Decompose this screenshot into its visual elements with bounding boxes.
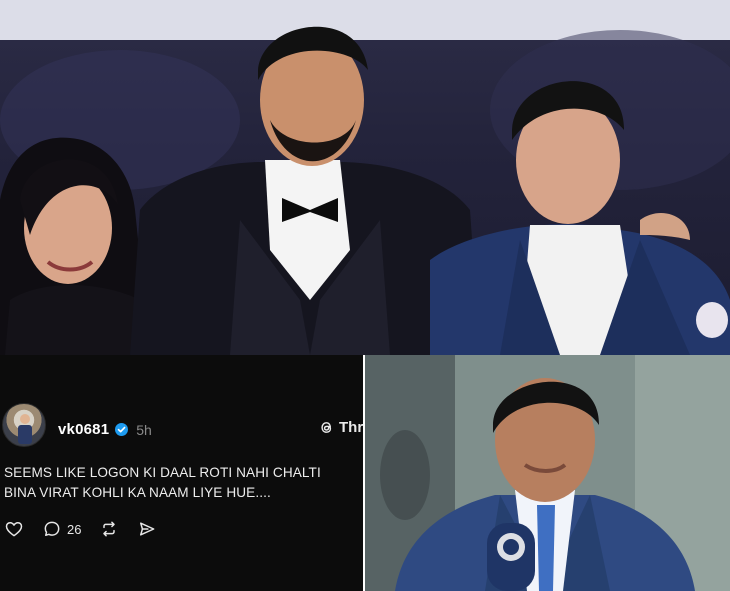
verified-badge-icon [115,423,129,436]
comment-icon [44,521,60,536]
avatar-figure [18,414,32,444]
like-button[interactable] [4,519,24,539]
share-button[interactable] [137,519,157,539]
group-photo [0,0,730,355]
send-icon [140,522,155,536]
commentator-photo-illustration [365,355,730,591]
post-text: SEEMS LIKE LOGON KI DAAL ROTI NAHI CHALT… [4,463,365,503]
post-timestamp: 5h [136,421,152,438]
post-text-line-2: BINA VIRAT KOHLI KA NAAM LIYE HUE.... [4,485,271,500]
threads-post-card: vk0681 5h Thr SEEMS LIKE LOGON KI DAAL R… [0,355,365,591]
post-actions: 26 [4,519,157,539]
repost-icon [103,521,116,537]
post-header: vk0681 5h [58,421,152,438]
group-photo-illustration [0,0,730,355]
commentator-photo [365,355,730,591]
threads-logo-icon [321,422,332,433]
threads-brand: Thr [318,419,363,436]
heart-icon [5,522,23,537]
reply-button[interactable]: 26 [42,519,81,539]
reply-count: 26 [67,521,82,537]
avatar[interactable] [2,403,46,447]
username[interactable]: vk0681 [58,421,109,438]
repost-button[interactable] [99,519,119,539]
threads-brand-text: Thr [339,419,364,436]
post-text-line-1: SEEMS LIKE LOGON KI DAAL ROTI NAHI CHALT… [4,465,321,480]
